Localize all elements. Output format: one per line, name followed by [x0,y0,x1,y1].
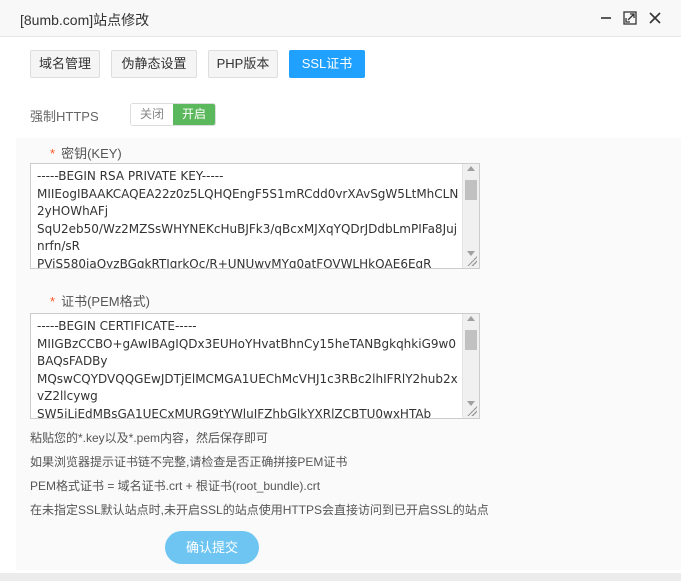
cert-field-label: * 证书(PEM格式) [50,291,150,310]
tab-rewrite-settings[interactable]: 伪静态设置 [111,50,197,78]
tab-domain-management[interactable]: 域名管理 [30,50,100,78]
scroll-up-arrow-icon[interactable] [467,166,475,171]
cert-label-text: 证书(PEM格式) [61,294,150,309]
close-button[interactable] [647,10,663,26]
resize-handle-icon[interactable] [467,256,477,266]
cert-textarea-content: -----BEGIN CERTIFICATE----- MIIGBzCCBO+g… [37,319,458,419]
maximize-button[interactable] [622,10,638,26]
scroll-thumb[interactable] [465,330,477,350]
help-text-line: 粘贴您的*.key以及*.pem内容，然后保存即可 [30,431,269,445]
cert-scrollbar[interactable] [462,314,479,418]
help-text-line: PEM格式证书 = 域名证书.crt + 根证书(root_bundle).cr… [30,479,321,493]
key-textarea-content: -----BEGIN RSA PRIVATE KEY----- MIIEogIB… [37,169,459,269]
maximize-icon [623,11,637,25]
toggle-on-option[interactable]: 开启 [173,104,215,125]
required-mark: * [50,294,56,309]
scroll-up-arrow-icon[interactable] [467,316,475,321]
minimize-icon [601,17,611,19]
help-text-line: 在未指定SSL默认站点时,未开启SSL的站点使用HTTPS会直接访问到已开启SS… [30,503,489,517]
key-field-label: * 密钥(KEY) [50,143,122,162]
title-bar: [8umb.com]站点修改 [0,0,681,37]
required-mark: * [50,146,56,161]
force-https-label: 强制HTTPS [30,109,99,124]
key-textarea[interactable]: -----BEGIN RSA PRIVATE KEY----- MIIEogIB… [30,163,480,269]
tab-php-version[interactable]: PHP版本 [208,50,278,78]
scroll-thumb[interactable] [465,180,477,200]
toggle-off-option[interactable]: 关闭 [131,104,173,125]
key-scrollbar[interactable] [462,164,479,268]
submit-button[interactable]: 确认提交 [165,531,259,564]
resize-handle-icon[interactable] [467,406,477,416]
tab-ssl-certificate[interactable]: SSL证书 [289,50,365,78]
force-https-toggle[interactable]: 关闭 开启 [130,103,216,126]
minimize-button[interactable] [598,10,614,26]
help-text-line: 如果浏览器提示证书链不完整,请检查是否正确拼接PEM证书 [30,455,348,469]
window-title: [8umb.com]站点修改 [20,12,150,28]
key-label-text: 密钥(KEY) [61,146,122,161]
cert-textarea[interactable]: -----BEGIN CERTIFICATE----- MIIGBzCCBO+g… [30,313,480,419]
bottom-scrollbar [0,573,681,581]
close-icon [649,12,661,24]
